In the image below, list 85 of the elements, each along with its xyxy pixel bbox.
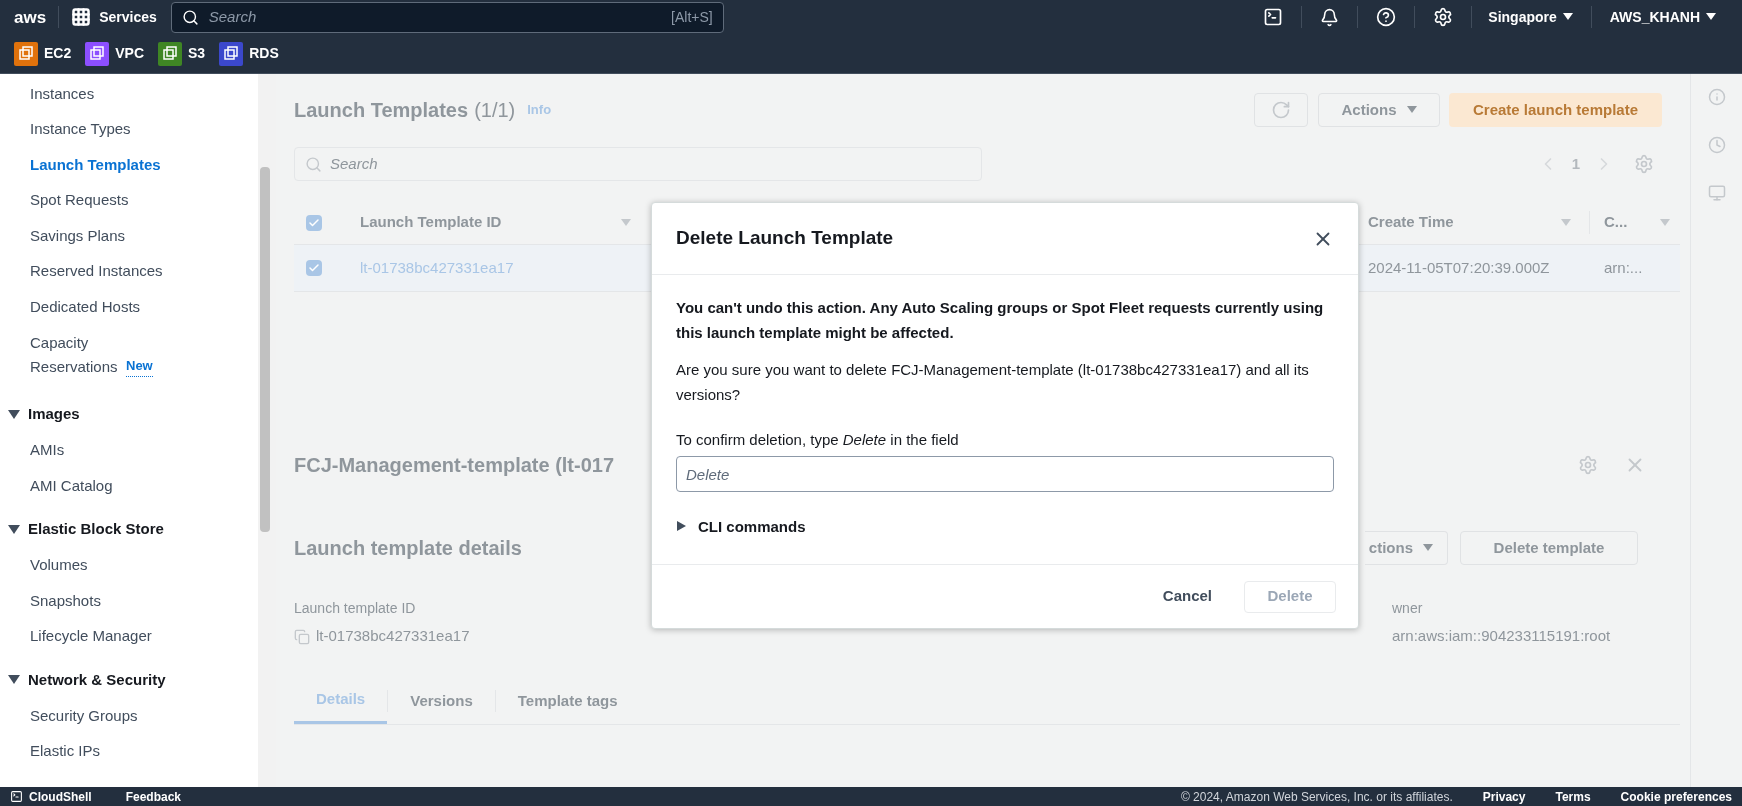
sidebar-link[interactable]: Volumes: [30, 554, 88, 577]
sidebar-link[interactable]: AMIs: [30, 439, 65, 462]
confirm-input[interactable]: Delete: [676, 456, 1334, 492]
triangle-icon[interactable]: [676, 521, 688, 531]
dialog-title: Delete Launch Template: [676, 226, 894, 251]
copyright-text: © 2024, Amazon Web Services, Inc. or its affiliates.: [1180, 788, 1453, 806]
sort-icon: [1561, 218, 1571, 227]
caret-icon: [1562, 13, 1573, 21]
triangle-icon[interactable]: [8, 409, 20, 420]
table-cell: 2024-11-05T07:20:39.000Z: [1368, 258, 1550, 276]
aws-logo[interactable]: aws: [14, 8, 47, 26]
bell-icon[interactable]: [1320, 7, 1340, 27]
sidebar-link[interactable]: Elastic IPs: [30, 740, 101, 763]
search-icon: [305, 155, 322, 173]
sidebar-link[interactable]: Lifecycle Manager: [30, 625, 152, 648]
check-icon: [308, 216, 320, 229]
refresh-icon: [1271, 100, 1291, 120]
new-badge: New: [126, 355, 153, 377]
clock-icon[interactable]: [1707, 136, 1726, 154]
cancel-button[interactable]: Cancel: [1142, 580, 1232, 613]
terminal-icon[interactable]: [1263, 7, 1284, 27]
panel-title: Launch Templates: [294, 98, 469, 123]
checkbox[interactable]: [306, 260, 322, 276]
sort-icon: [621, 218, 631, 227]
section-heading[interactable]: Elastic Block Store: [28, 518, 164, 541]
sidebar-link[interactable]: Instances: [30, 82, 95, 105]
field-value: arn:aws:iam::904233115191:root: [1392, 626, 1612, 647]
sidebar-link[interactable]: Capacity Reservations: [30, 330, 122, 379]
favorite-link[interactable]: S3: [158, 41, 206, 66]
triangle-icon[interactable]: [8, 524, 20, 535]
warning-text: You can't undo this action. Any Auto Scaling groups or Spot Fleet requests currently using this launch template might be affected.: [676, 298, 1325, 343]
region-menu[interactable]: Singapore: [1488, 6, 1573, 28]
field-label: wner: [1392, 599, 1424, 619]
details-title: FCJ-Management-template (lt-017: [294, 453, 615, 478]
caret-icon: [1423, 544, 1433, 552]
cli-commands-toggle[interactable]: CLI commands: [698, 513, 806, 539]
footer-link[interactable]: CloudShell: [29, 787, 92, 806]
grid-icon: [71, 7, 92, 27]
confirmation-question: Are you sure you want to delete FCJ-Management-template (lt-01738bc427331ea17) and all its versions?: [676, 360, 1310, 405]
help-icon[interactable]: [1376, 7, 1397, 27]
triangle-icon[interactable]: [8, 675, 20, 685]
check-icon: [308, 262, 320, 274]
refresh-button[interactable]: [1254, 93, 1308, 127]
field-label: Launch template ID: [294, 599, 417, 619]
section-heading[interactable]: Network & Security: [28, 668, 166, 692]
footer-link[interactable]: Privacy: [1482, 787, 1526, 806]
sidebar-link[interactable]: Launch Templates: [30, 153, 161, 176]
sidebar-link[interactable]: Dedicated Hosts: [30, 295, 141, 318]
search-input[interactable]: Search: [330, 152, 971, 176]
footer-link[interactable]: Cookie preferences: [1620, 787, 1732, 806]
services-button[interactable]: Services: [71, 6, 157, 28]
terminal-icon[interactable]: [10, 790, 23, 803]
sort-icon: [1660, 218, 1670, 227]
sidebar-link[interactable]: Snapshots: [30, 589, 101, 612]
monitor-icon[interactable]: [1707, 184, 1726, 202]
section-title: Launch template details: [294, 536, 522, 561]
section-heading[interactable]: Images: [28, 403, 80, 426]
sidebar-link[interactable]: Reserved Instances: [30, 260, 163, 283]
field-value: lt-01738bc427331ea17: [316, 626, 470, 647]
search-bar[interactable]: Search [Alt+S]: [170, 1, 724, 33]
sidebar-link[interactable]: Instance Types: [30, 118, 131, 141]
settings-icon[interactable]: [1433, 7, 1454, 27]
info-icon[interactable]: [1707, 88, 1726, 106]
search-icon: [181, 8, 199, 26]
search-input[interactable]: Search: [208, 5, 672, 29]
shortcut-hint: [Alt+S]: [671, 7, 713, 27]
sidebar-link[interactable]: Savings Plans: [30, 224, 126, 247]
checkbox[interactable]: [306, 214, 322, 231]
sidebar-link[interactable]: AMI Catalog: [30, 474, 113, 497]
account-menu[interactable]: AWS_KHANH: [1609, 6, 1716, 28]
search-bar[interactable]: Search: [294, 147, 982, 181]
sidebar-link[interactable]: Spot Requests: [30, 189, 129, 212]
caret-icon: [1706, 13, 1716, 21]
favorite-link[interactable]: VPC: [85, 41, 145, 66]
favorite-link[interactable]: EC2: [14, 41, 72, 66]
scrollbar-thumb[interactable]: [260, 167, 270, 532]
footer-link[interactable]: Feedback: [125, 787, 182, 806]
confirm-instruction: To confirm deletion, type Delete in the field: [676, 430, 960, 450]
selection-count: (1/1): [474, 98, 516, 123]
table-cell: arn:...: [1604, 258, 1643, 276]
sidebar-link[interactable]: Security Groups: [30, 704, 138, 727]
copy-icon[interactable]: [294, 628, 310, 645]
caret-icon: [1406, 106, 1417, 114]
favorite-link[interactable]: RDS: [219, 41, 279, 66]
footer-link[interactable]: Terms: [1555, 787, 1591, 806]
